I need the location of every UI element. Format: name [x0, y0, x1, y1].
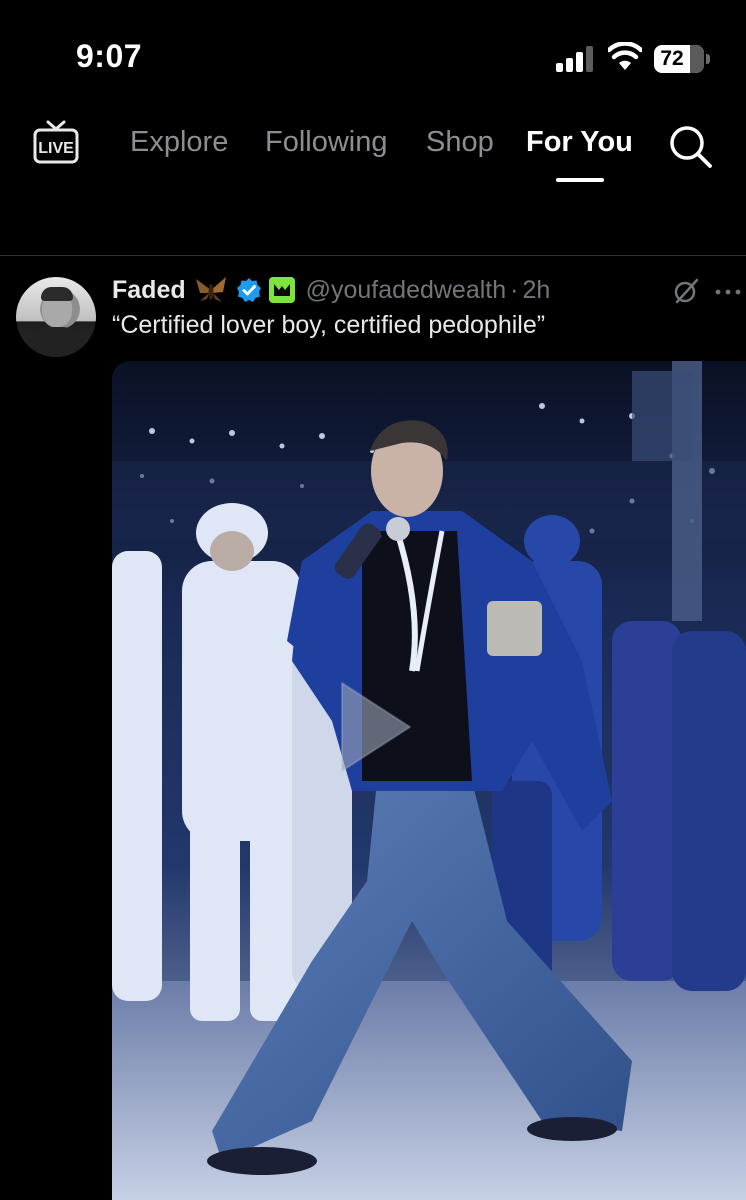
more-icon[interactable] [714, 283, 742, 301]
top-navigation: LIVE Explore Following Shop For You [0, 110, 746, 256]
moth-emoji-icon [195, 277, 226, 302]
live-label: LIVE [38, 140, 74, 157]
grok-icon[interactable] [672, 277, 700, 305]
verified-badge-icon [236, 278, 261, 302]
battery-percent: 72 [660, 47, 684, 70]
affiliate-badge-icon[interactable] [268, 276, 296, 304]
live-tv-icon[interactable]: LIVE [32, 118, 80, 170]
display-name[interactable]: Faded [112, 276, 186, 305]
play-icon[interactable] [328, 673, 418, 781]
cellular-signal-icon [556, 46, 593, 72]
battery-tip [706, 54, 710, 64]
avatar-hair [41, 287, 73, 301]
video-frame [112, 361, 746, 1200]
avatar-body [26, 327, 86, 357]
post-video[interactable] [112, 361, 746, 1200]
handle[interactable]: @youfadedwealth [306, 276, 507, 305]
tab-explore[interactable]: Explore [130, 126, 228, 159]
post-text: “Certified lover boy, certified pedophil… [112, 311, 546, 339]
battery-indicator: 72 [654, 45, 710, 73]
status-bar: 9:07 72 [0, 0, 746, 110]
separator-dot: · [510, 275, 519, 304]
status-time: 9:07 [76, 38, 143, 74]
active-tab-indicator [556, 178, 604, 182]
search-icon[interactable] [666, 122, 714, 170]
battery-body: 72 [654, 45, 704, 73]
tab-following[interactable]: Following [265, 126, 388, 159]
tab-for-you[interactable]: For You [526, 126, 633, 159]
tab-shop[interactable]: Shop [426, 126, 494, 159]
wifi-icon [608, 42, 642, 70]
post[interactable]: Faded @youfadedwealth · 2h “Certified lo… [0, 257, 746, 1200]
post-time[interactable]: 2h [522, 276, 550, 305]
post-header: Faded @youfadedwealth · 2h [112, 273, 550, 307]
avatar[interactable] [16, 277, 96, 357]
battery-empty-portion [690, 45, 704, 73]
